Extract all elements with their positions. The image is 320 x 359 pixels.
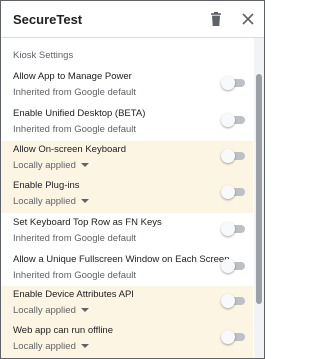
setting-row-plugins: Enable Plug-ins Locally applied [1, 177, 253, 213]
setting-label: Allow App to Manage Power [13, 71, 132, 82]
caret-down-icon [80, 308, 89, 312]
settings-list: Kiosk Settings Allow App to Manage Power… [1, 38, 253, 358]
section-title: Kiosk Settings [13, 50, 74, 61]
caret-down-icon [80, 344, 89, 348]
source-dropdown-label: Locally applied [13, 160, 76, 171]
setting-row-device-attributes: Enable Device Attributes API Locally app… [1, 286, 253, 322]
setting-label: Enable Device Attributes API [13, 289, 134, 300]
setting-label: Enable Plug-ins [13, 180, 80, 191]
source-dropdown[interactable]: Locally applied [13, 160, 89, 171]
toggle-switch[interactable] [221, 185, 247, 199]
trash-icon[interactable] [208, 11, 224, 27]
toggle-switch[interactable] [221, 330, 247, 344]
source-dropdown-label: Locally applied [13, 305, 76, 316]
setting-label: Set Keyboard Top Row as FN Keys [13, 217, 162, 228]
source-dropdown[interactable]: Locally applied [13, 305, 89, 316]
toggle-switch[interactable] [221, 294, 247, 308]
setting-row-unified-desktop: Enable Unified Desktop (BETA) Inherited … [1, 105, 253, 141]
toggle-switch[interactable] [221, 76, 247, 90]
settings-panel: SecureTest Kiosk Settings Allow App to M… [0, 0, 265, 359]
setting-source: Inherited from Google default [13, 270, 137, 281]
setting-source: Inherited from Google default [13, 124, 137, 135]
setting-row-manage-power: Allow App to Manage Power Inherited from… [1, 68, 253, 104]
toggle-switch[interactable] [221, 259, 247, 273]
toggle-switch[interactable] [221, 149, 247, 163]
setting-row-onscreen-keyboard: Allow On-screen Keyboard Locally applied [1, 141, 253, 177]
caret-down-icon [80, 199, 89, 203]
source-dropdown-label: Locally applied [13, 341, 76, 352]
setting-label: Enable Unified Desktop (BETA) [13, 108, 146, 119]
source-dropdown[interactable]: Locally applied [13, 196, 89, 207]
caret-down-icon [80, 163, 89, 167]
setting-source: Inherited from Google default [13, 233, 137, 244]
setting-row-fullscreen-window: Allow a Unique Fullscreen Window on Each… [1, 251, 253, 287]
setting-row-fn-keys: Set Keyboard Top Row as FN Keys Inherite… [1, 214, 253, 250]
setting-label: Allow On-screen Keyboard [13, 144, 126, 155]
toggle-switch[interactable] [221, 113, 247, 127]
close-icon[interactable] [240, 11, 256, 27]
scrollbar[interactable] [254, 38, 264, 358]
setting-label: Allow a Unique Fullscreen Window on Each… [13, 254, 230, 265]
setting-source: Inherited from Google default [13, 87, 137, 98]
panel-header: SecureTest [1, 1, 264, 37]
scrollbar-thumb[interactable] [256, 74, 262, 304]
setting-row-offline-web-app: Web app can run offline Locally applied [1, 322, 253, 358]
source-dropdown[interactable]: Locally applied [13, 341, 89, 352]
source-dropdown-label: Locally applied [13, 196, 76, 207]
toggle-switch[interactable] [221, 222, 247, 236]
setting-label: Web app can run offline [13, 325, 113, 336]
panel-title: SecureTest [13, 12, 83, 27]
